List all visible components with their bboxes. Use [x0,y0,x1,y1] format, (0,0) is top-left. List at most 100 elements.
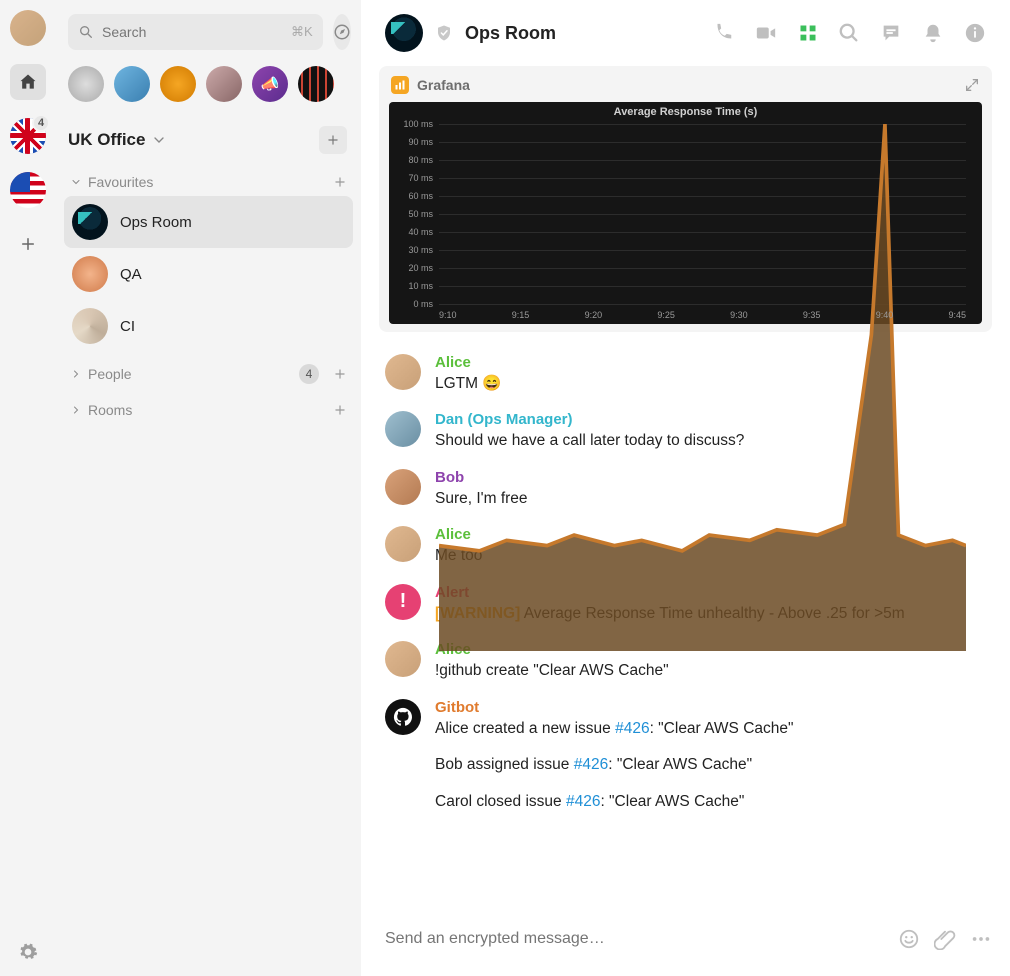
y-tick-label: 50 ms [395,209,433,219]
spaces-rail: 4 [0,0,56,976]
space-uk[interactable]: 4 [10,118,46,154]
section-people-header[interactable]: People 4 [64,358,353,390]
pinned-dm-2[interactable] [114,66,150,102]
section-rooms-header[interactable]: Rooms [64,396,353,424]
room-name-label: Ops Room [120,214,192,231]
threads-button[interactable] [880,22,902,44]
room-title: Ops Room [465,23,556,44]
plus-icon [333,175,347,189]
x-tick-label: 9:10 [439,310,457,320]
emoji-button[interactable] [898,928,920,950]
room-qa[interactable]: QA [64,248,353,300]
favourites-add-button[interactable] [333,175,347,189]
y-tick-label: 40 ms [395,227,433,237]
user-avatar[interactable] [10,10,46,46]
pinned-dm-5[interactable] [252,66,288,102]
section-favourites: Favourites Ops Room QA CI [64,168,353,358]
timeline[interactable]: Grafana Average Response Time (s) 0 ms10… [361,66,1010,910]
room-avatar-icon [72,308,108,344]
room-header: Ops Room [361,0,1010,66]
add-space-button[interactable] [10,226,46,262]
notifications-button[interactable] [922,22,944,44]
phone-icon [712,22,734,44]
paperclip-icon [934,928,956,950]
search-icon [838,22,860,44]
widget-source-label: Grafana [417,77,470,93]
section-favourites-header[interactable]: Favourites [64,168,353,196]
people-label: People [88,366,132,382]
y-tick-label: 70 ms [395,173,433,183]
pinned-dms [64,50,353,120]
message-avatar[interactable] [385,469,421,505]
home-space-button[interactable] [10,64,46,100]
message-avatar[interactable] [385,354,421,390]
pinned-dm-4[interactable] [206,66,242,102]
github-icon [392,706,414,728]
more-options-button[interactable] [970,928,992,950]
room-name-label: CI [120,318,135,335]
section-people: People 4 [64,358,353,396]
threads-icon [880,22,902,44]
message-avatar[interactable]: ! [385,584,421,620]
widget-expand-button[interactable] [964,77,980,93]
room-info-button[interactable] [964,22,986,44]
message-sender[interactable]: Gitbot [435,699,986,716]
encryption-shield-icon[interactable] [435,24,453,42]
explore-button[interactable] [333,14,351,50]
message-avatar[interactable] [385,526,421,562]
message-input[interactable] [379,920,884,958]
issue-link[interactable]: #426 [615,720,649,737]
apps-button[interactable] [798,23,818,43]
search-icon [78,24,94,40]
video-call-button[interactable] [754,22,778,44]
response-time-chart: Average Response Time (s) 0 ms10 ms20 ms… [389,102,982,324]
space-header[interactable]: UK Office [64,120,353,168]
people-add-button[interactable] [333,367,347,381]
chevron-right-icon [70,368,82,380]
message-avatar[interactable] [385,641,421,677]
emoji-icon [898,928,920,950]
message-text: Alice created a new issue #426: "Clear A… [435,718,986,740]
search-shortcut-label: ⌘K [291,24,313,40]
pinned-dm-6[interactable] [298,66,334,102]
x-tick-label: 9:35 [803,310,821,320]
room-name-label: QA [120,266,142,283]
plus-icon [333,403,347,417]
x-tick-label: 9:30 [730,310,748,320]
room-ops-room[interactable]: Ops Room [64,196,353,248]
space-us[interactable] [10,172,46,208]
rooms-add-button[interactable] [333,403,347,417]
message-avatar[interactable] [385,699,421,735]
room-list-panel: ⌘K UK Office Favourites [56,0,361,976]
voice-call-button[interactable] [712,22,734,44]
message-avatar[interactable] [385,411,421,447]
y-tick-label: 10 ms [395,281,433,291]
people-count-badge: 4 [299,364,319,384]
search-input[interactable] [102,24,283,40]
message: Gitbot Alice created a new issue #426: "C… [379,691,992,821]
room-avatar-icon [385,14,423,52]
message-text: Bob assigned issue #426: "Clear AWS Cach… [435,754,986,776]
search-in-room-button[interactable] [838,22,860,44]
pinned-dm-1[interactable] [68,66,104,102]
settings-button[interactable] [18,942,38,962]
composer [361,910,1010,976]
gear-icon [18,942,38,962]
pinned-dm-3[interactable] [160,66,196,102]
y-tick-label: 30 ms [395,245,433,255]
plus-icon [326,133,340,147]
y-tick-label: 80 ms [395,155,433,165]
attach-button[interactable] [934,928,956,950]
favourites-label: Favourites [88,174,153,190]
space-add-button[interactable] [319,126,347,154]
room-ci[interactable]: CI [64,300,353,352]
y-tick-label: 90 ms [395,137,433,147]
search-box[interactable]: ⌘K [68,14,323,50]
y-tick-label: 60 ms [395,191,433,201]
x-tick-label: 9:25 [657,310,675,320]
y-tick-label: 20 ms [395,263,433,273]
plus-icon [19,235,37,253]
issue-link[interactable]: #426 [574,756,608,773]
issue-link[interactable]: #426 [566,793,600,810]
y-tick-label: 0 ms [395,299,433,309]
